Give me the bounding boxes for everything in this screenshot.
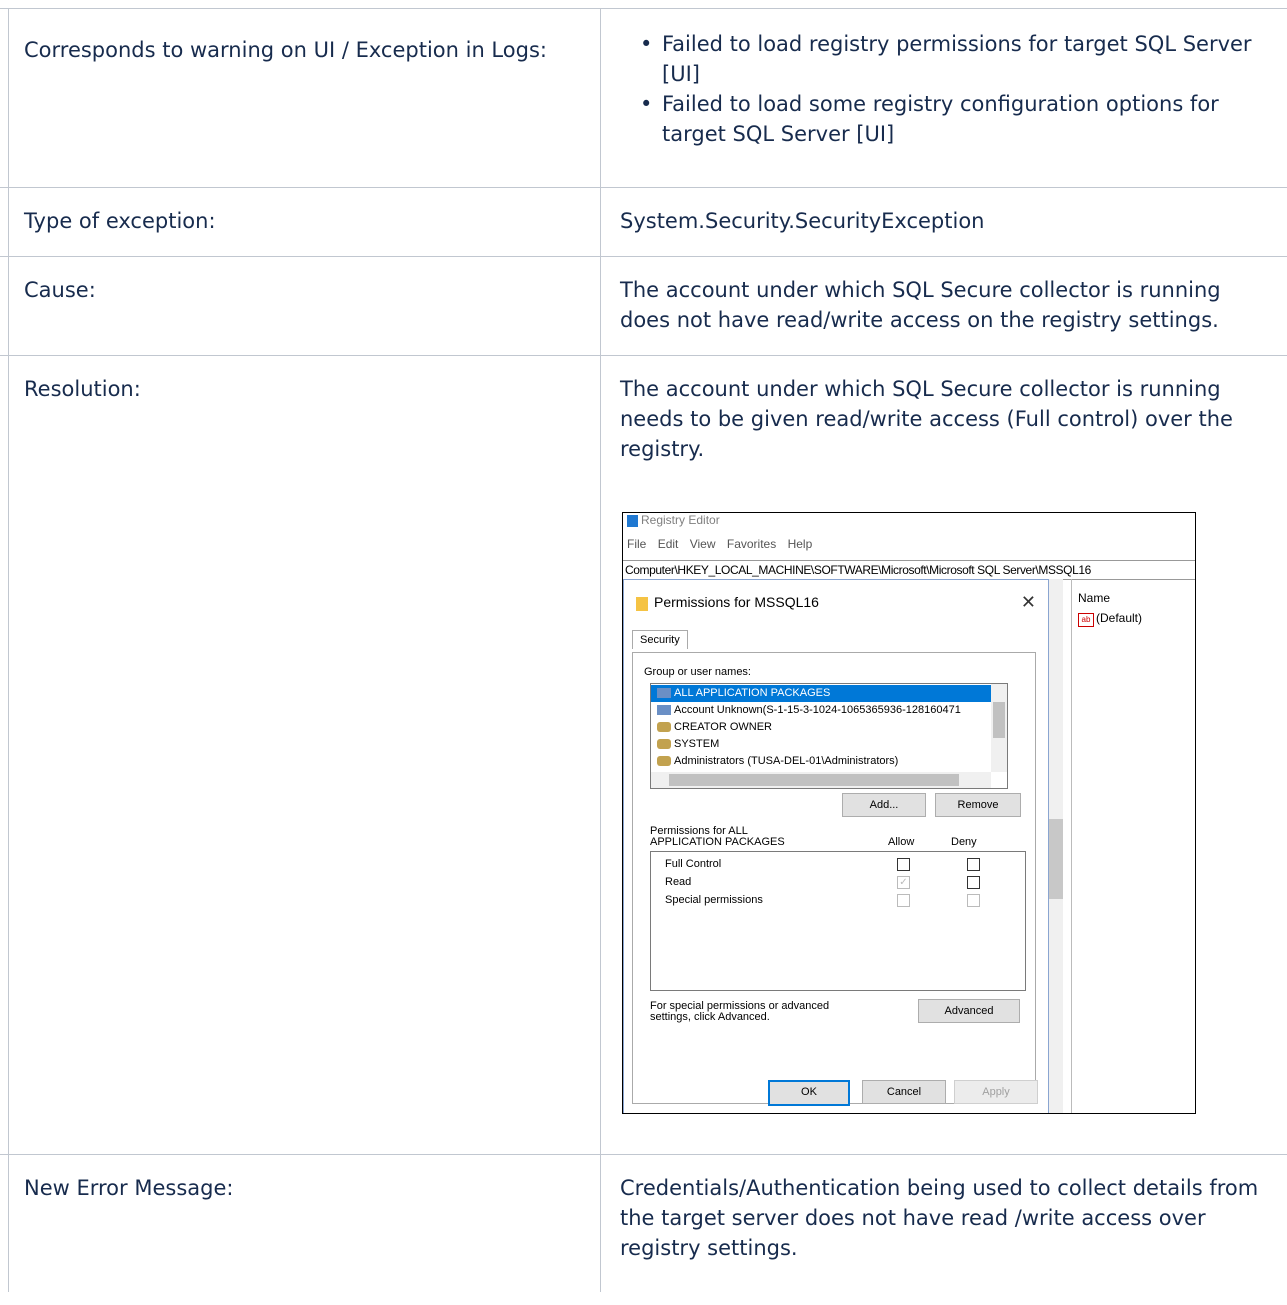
group-label: Group or user names: [644, 666, 751, 678]
permissions-header: Permissions for ALL APPLICATION PACKAGES [650, 825, 785, 848]
group-icon [657, 705, 671, 716]
list-item[interactable]: Administrators (TUSA-DEL-01\Administrato… [657, 753, 898, 770]
cause-value: The account under which SQL Secure colle… [620, 278, 1221, 332]
perm-read: Read [665, 876, 692, 888]
warning-list: Failed to load registry permissions for … [640, 29, 1260, 149]
perm-full-control: Full Control [665, 858, 722, 870]
advanced-hint: For special permissions or advanced sett… [650, 1000, 830, 1023]
type-value: System.Security.SecurityException [620, 209, 985, 233]
values-pane: Name (Default) [1071, 579, 1195, 1113]
warning-label: Corresponds to warning on UI / Exception… [24, 38, 547, 62]
menu-bar: File Edit View Favorites Help [627, 537, 812, 551]
window-title: Registry Editor [641, 513, 720, 527]
default-value-entry[interactable]: (Default) [1078, 611, 1142, 627]
list-item: Failed to load registry permissions for … [640, 29, 1260, 89]
registry-editor-icon [627, 515, 638, 527]
user-icon [657, 756, 671, 767]
full-control-deny-checkbox[interactable] [967, 858, 980, 871]
deny-column-header: Deny [951, 836, 977, 848]
tab-security[interactable]: Security [632, 630, 688, 649]
scrollbar-thumb[interactable] [993, 702, 1005, 738]
allow-column-header: Allow [888, 836, 915, 848]
user-list[interactable]: ALL APPLICATION PACKAGES Account Unknown… [650, 683, 1008, 789]
menu-item-file[interactable]: File [627, 537, 646, 551]
name-column-header[interactable]: Name [1078, 591, 1110, 605]
dialog-title: Permissions for MSSQL16 [654, 594, 819, 610]
list-horizontal-scrollbar[interactable] [651, 772, 991, 788]
menu-item-favorites[interactable]: Favorites [727, 537, 776, 551]
read-deny-checkbox[interactable] [967, 876, 980, 889]
new-error-label: New Error Message: [24, 1176, 234, 1200]
table-row: Corresponds to warning on UI / Exception… [0, 8, 1287, 187]
resolution-value: The account under which SQL Secure colle… [620, 377, 1233, 461]
menu-item-edit[interactable]: Edit [658, 537, 679, 551]
list-item[interactable]: SYSTEM [657, 736, 719, 753]
group-icon [657, 688, 671, 699]
ok-button[interactable]: OK [768, 1080, 850, 1106]
address-bar[interactable]: Computer\HKEY_LOCAL_MACHINE\SOFTWARE\Mic… [623, 560, 1195, 580]
perm-special: Special permissions [665, 894, 763, 906]
close-icon[interactable]: ✕ [1021, 592, 1036, 613]
full-control-allow-checkbox[interactable] [897, 858, 910, 871]
menu-item-view[interactable]: View [690, 537, 716, 551]
apply-button[interactable]: Apply [954, 1080, 1038, 1104]
permissions-list: Full Control Read Special permissions ✓ [650, 851, 1026, 991]
advanced-button[interactable]: Advanced [918, 999, 1020, 1023]
list-item: Failed to load some registry configurati… [640, 89, 1260, 149]
type-label: Type of exception: [24, 209, 216, 233]
menu-item-help[interactable]: Help [788, 537, 813, 551]
permissions-dialog: Permissions for MSSQL16 ✕ Security Group… [623, 579, 1049, 1113]
tree-scrollbar-thumb[interactable] [1047, 819, 1063, 899]
cause-label: Cause: [24, 278, 96, 302]
remove-button[interactable]: Remove [935, 793, 1021, 817]
new-error-value: Credentials/Authentication being used to… [620, 1176, 1259, 1260]
list-item[interactable]: ALL APPLICATION PACKAGES [651, 685, 991, 702]
cancel-button[interactable]: Cancel [862, 1080, 946, 1104]
table-row: Type of exception: System.Security.Secur… [0, 187, 1287, 256]
list-vertical-scrollbar[interactable] [991, 684, 1007, 772]
scrollbar-thumb[interactable] [669, 774, 959, 786]
list-item[interactable]: CREATOR OWNER [657, 719, 772, 736]
add-button[interactable]: Add... [842, 793, 926, 817]
special-deny-checkbox[interactable] [967, 894, 980, 907]
special-allow-checkbox[interactable] [897, 894, 910, 907]
folder-icon [636, 597, 648, 611]
user-icon [657, 739, 671, 750]
resolution-label: Resolution: [24, 377, 141, 401]
registry-editor-screenshot: Registry Editor File Edit View Favorites… [622, 512, 1196, 1114]
list-item[interactable]: Account Unknown(S-1-15-3-1024-1065365936… [657, 702, 961, 719]
user-icon [657, 722, 671, 733]
read-allow-checkbox[interactable]: ✓ [897, 876, 910, 889]
table-row: New Error Message: Credentials/Authentic… [0, 1154, 1287, 1305]
table-row: Cause: The account under which SQL Secur… [0, 256, 1287, 355]
